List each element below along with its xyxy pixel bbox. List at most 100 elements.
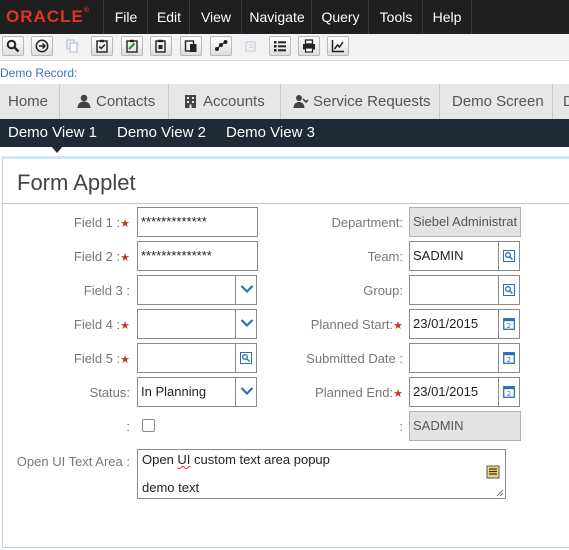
open-ui-text-area[interactable]: Open UI custom text area popup demo text xyxy=(137,449,506,499)
disabled-button[interactable] xyxy=(240,36,262,56)
disabled-icon xyxy=(245,41,256,52)
planned-start-input[interactable]: 23/01/2015 xyxy=(409,309,499,339)
view-tab-demo-view-3[interactable]: Demo View 3 xyxy=(226,119,315,147)
copy-icon xyxy=(66,39,78,53)
calendar-icon: 2 xyxy=(503,386,515,398)
field3-label: Field 3 : xyxy=(83,283,130,298)
svg-text:2: 2 xyxy=(507,356,511,364)
checkbox-label: : xyxy=(126,419,130,434)
copy-button[interactable] xyxy=(61,36,83,56)
pick-applet-icon xyxy=(240,352,252,364)
clipboard-check-button[interactable] xyxy=(91,36,113,56)
status-dropdown-button[interactable] xyxy=(235,377,257,407)
menu-tools[interactable]: Tools xyxy=(368,0,423,34)
submitted-date-calendar-button[interactable]: 2 xyxy=(498,343,520,373)
view-tab-bar: Demo View 1 Demo View 2 Demo View 3 xyxy=(0,119,569,147)
share-button[interactable] xyxy=(210,36,232,56)
checkbox[interactable] xyxy=(142,419,155,432)
field3-dropdown-button[interactable] xyxy=(235,275,257,305)
field1-label: Field 1 :★ xyxy=(73,215,130,230)
tab-home[interactable]: Home xyxy=(0,84,60,119)
field5-label: Field 5 :★ xyxy=(73,351,130,366)
field1-input[interactable]: ************* xyxy=(137,207,258,237)
owner-label: : xyxy=(399,419,403,434)
planned-start-calendar-button[interactable]: 2 xyxy=(498,309,520,339)
view-tab-demo-view-2[interactable]: Demo View 2 xyxy=(117,119,206,147)
oracle-logo: ORACLE® xyxy=(6,7,90,26)
group-label: Group: xyxy=(363,283,403,298)
planned-end-calendar-button[interactable]: 2 xyxy=(498,377,520,407)
toolbar xyxy=(0,34,569,61)
applet-title: Form Applet xyxy=(17,170,136,195)
document-icon xyxy=(155,39,166,53)
field5-input[interactable] xyxy=(137,343,236,373)
team-picker-button[interactable] xyxy=(498,241,520,271)
chart-icon xyxy=(331,40,344,53)
tab-contacts[interactable]: Contacts xyxy=(60,84,169,119)
menu-bar: ORACLE® File Edit View Navigate Query To… xyxy=(0,0,569,34)
menu-query[interactable]: Query xyxy=(311,0,369,34)
tab-demo-screen[interactable]: Demo Screen xyxy=(440,84,553,119)
screen-tab-bar: Home Contacts Accounts Service Requests … xyxy=(0,84,569,119)
status-label: Status: xyxy=(89,385,130,400)
view-tab-demo-view-1[interactable]: Demo View 1 xyxy=(8,119,97,147)
status-input[interactable]: In Planning xyxy=(137,377,236,407)
svg-text:2: 2 xyxy=(507,390,511,398)
pick-applet-icon xyxy=(503,250,515,262)
required-icon: ★ xyxy=(120,354,130,366)
planned-start-label: Planned Start:★ xyxy=(310,317,403,332)
person-icon xyxy=(77,94,91,108)
search-button[interactable] xyxy=(2,36,24,56)
required-icon: ★ xyxy=(393,388,403,400)
menu-edit[interactable]: Edit xyxy=(147,0,190,34)
menu-navigate[interactable]: Navigate xyxy=(241,0,312,34)
chart-button[interactable] xyxy=(327,36,349,56)
svg-text:2: 2 xyxy=(507,322,511,330)
print-icon xyxy=(303,39,315,53)
title-divider xyxy=(2,203,569,204)
go-button[interactable] xyxy=(31,36,53,56)
owner-field: SADMIN xyxy=(409,411,521,441)
field4-dropdown-button[interactable] xyxy=(235,309,257,339)
department-label: Department: xyxy=(331,215,403,230)
calendar-icon: 2 xyxy=(503,352,515,364)
support-icon xyxy=(293,95,309,108)
resize-handle-icon[interactable] xyxy=(496,489,504,497)
building-icon xyxy=(185,95,196,108)
field4-label: Field 4 :★ xyxy=(73,317,130,332)
chevron-down-icon xyxy=(240,285,254,294)
menu-help[interactable]: Help xyxy=(422,0,472,34)
planned-end-input[interactable]: 23/01/2015 xyxy=(409,377,499,407)
group-picker-button[interactable] xyxy=(498,275,520,305)
text-popup-icon[interactable] xyxy=(486,465,500,479)
field2-label: Field 2 :★ xyxy=(73,249,130,264)
print-button[interactable] xyxy=(298,36,320,56)
record-label: Demo Record: xyxy=(0,66,78,80)
field3-input[interactable] xyxy=(137,275,236,305)
clipboard-edit-icon xyxy=(126,39,138,53)
field4-input[interactable] xyxy=(137,309,236,339)
tab-accounts[interactable]: Accounts xyxy=(169,84,281,119)
text-area-label: Open UI Text Area : xyxy=(16,454,130,469)
tab-overflow[interactable]: D xyxy=(553,84,569,119)
tab-service-requests[interactable]: Service Requests xyxy=(281,84,440,119)
tab-accounts-label: Accounts xyxy=(203,93,265,110)
list-button[interactable] xyxy=(269,36,291,56)
required-icon: ★ xyxy=(393,320,403,332)
go-icon xyxy=(35,39,49,53)
paste-button[interactable] xyxy=(180,36,202,56)
menu-view[interactable]: View xyxy=(189,0,242,34)
chevron-down-icon xyxy=(240,319,254,328)
document-button[interactable] xyxy=(150,36,172,56)
group-input[interactable] xyxy=(409,275,499,305)
team-input[interactable]: SADMIN xyxy=(409,241,499,271)
menu-file[interactable]: File xyxy=(103,0,148,34)
clipboard-edit-button[interactable] xyxy=(121,36,143,56)
submitted-date-input[interactable] xyxy=(409,343,499,373)
field2-input[interactable]: ************** xyxy=(137,241,258,271)
share-icon xyxy=(215,40,228,51)
required-icon: ★ xyxy=(120,218,130,230)
tab-overflow-label: D xyxy=(563,93,569,110)
field5-picker-button[interactable] xyxy=(235,343,257,373)
tab-contacts-label: Contacts xyxy=(96,93,156,110)
